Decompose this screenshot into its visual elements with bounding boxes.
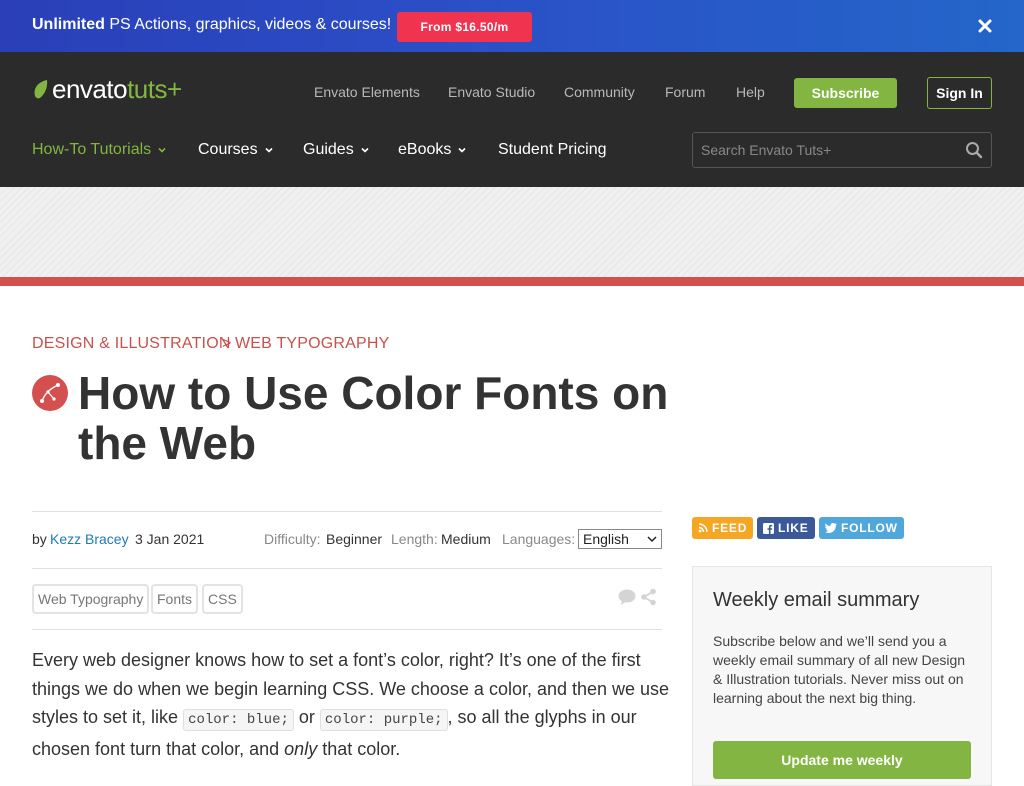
search-input[interactable] [701,141,951,159]
article-intro-paragraph: Every web designer knows how to set a fo… [32,646,672,763]
comment-icon[interactable] [618,589,636,606]
search-box [692,132,992,168]
update-me-weekly-button[interactable]: Update me weekly [713,741,971,779]
nav-guides[interactable]: Guides [303,141,369,159]
author-link[interactable]: Kezz Bracey [50,531,129,547]
divider [32,511,662,512]
length-label: Length: [391,531,438,547]
chevron-down-icon [458,147,466,153]
promo-text: Unlimited PS Actions, graphics, videos &… [32,16,391,34]
nav-envato-studio[interactable]: Envato Studio [448,84,535,100]
feed-button[interactable]: FEED [692,517,754,539]
follow-button[interactable]: FOLLOW [819,517,904,539]
nav-student-pricing-label: Student Pricing [498,141,607,158]
breadcrumb-web-typography[interactable]: WEB TYPOGRAPHY [235,335,390,353]
follow-label: FOLLOW [841,521,898,535]
leaf-icon [34,80,48,99]
promo-bold: Unlimited [32,16,105,33]
language-selected: English [583,531,629,547]
feed-label: FEED [712,521,748,535]
nav-courses-label: Courses [198,141,258,158]
language-select[interactable]: English [578,529,662,549]
category-icon [32,375,68,411]
like-button[interactable]: LIKE [757,517,815,539]
logo-word-tuts: tuts+ [127,73,182,104]
body-emphasis: only [284,738,318,759]
promo-bar: Unlimited PS Actions, graphics, videos &… [0,0,1024,52]
nav-help[interactable]: Help [736,84,765,100]
body-text-2: or [293,707,320,727]
sign-in-button[interactable]: Sign In [927,77,992,109]
nav-community[interactable]: Community [564,84,635,100]
comment-share-icons [618,588,656,606]
rss-icon [698,523,708,533]
nav-how-to-tutorials[interactable]: How-To Tutorials [32,141,166,159]
facebook-icon [763,522,774,534]
languages-label: Languages: [502,531,576,547]
subscribe-button[interactable]: Subscribe [794,78,897,108]
nav-forum[interactable]: Forum [665,84,705,100]
difficulty-value: Beginner [326,531,383,547]
article-title: How to Use Color Fonts on the Web [78,367,669,469]
nav-envato-elements[interactable]: Envato Elements [314,84,420,100]
length-value: Medium [441,531,491,547]
tag-css[interactable]: CSS [202,584,243,614]
byline-prefix: by [32,531,47,547]
site-header: envato tuts+ Envato Elements Envato Studi… [0,52,1024,187]
divider [32,568,662,569]
divider [32,629,662,630]
breadcrumb-design-illustration[interactable]: DESIGN & ILLUSTRATION [32,335,231,353]
promo-cta-button[interactable]: From $16.50/m [397,12,532,42]
chevron-down-icon [265,147,273,153]
share-icon[interactable] [641,588,656,606]
breadcrumb-separator: > [222,335,232,352]
logo-word-envato: envato [52,73,128,104]
search-icon[interactable] [965,141,983,159]
chevron-down-icon [647,536,657,543]
promo-message: PS Actions, graphics, videos & courses! [104,16,392,33]
nav-ebooks[interactable]: eBooks [398,141,466,159]
envato-tuts-logo[interactable]: envato tuts+ [32,74,182,104]
tag-fonts[interactable]: Fonts [151,584,199,614]
difficulty-label: Difficulty: [264,531,321,547]
chevron-down-icon [361,147,369,153]
code-color-purple: color: purple; [319,709,448,731]
tag-web-typography[interactable]: Web Typography [32,584,150,614]
like-label: LIKE [778,521,809,535]
nav-courses[interactable]: Courses [198,141,273,159]
twitter-icon [825,523,837,533]
nav-guides-label: Guides [303,141,354,158]
email-summary-title: Weekly email summary [713,589,920,611]
body-text-4: that color. [317,738,401,759]
close-icon[interactable] [976,17,994,35]
chevron-down-icon [158,147,166,153]
nav-student-pricing[interactable]: Student Pricing [498,141,607,159]
nav-how-to-tutorials-label: How-To Tutorials [32,141,152,158]
email-summary-description: Subscribe below and we’ll send you a wee… [713,633,966,706]
publish-date: 3 Jan 2021 [135,531,205,547]
ad-banner-area [0,187,1024,277]
code-color-blue: color: blue; [183,709,294,731]
vector-pen-icon [40,383,60,403]
category-color-bar [0,277,1024,286]
nav-ebooks-label: eBooks [398,141,452,158]
email-summary-box: Weekly email summary Subscribe below and… [692,566,992,786]
